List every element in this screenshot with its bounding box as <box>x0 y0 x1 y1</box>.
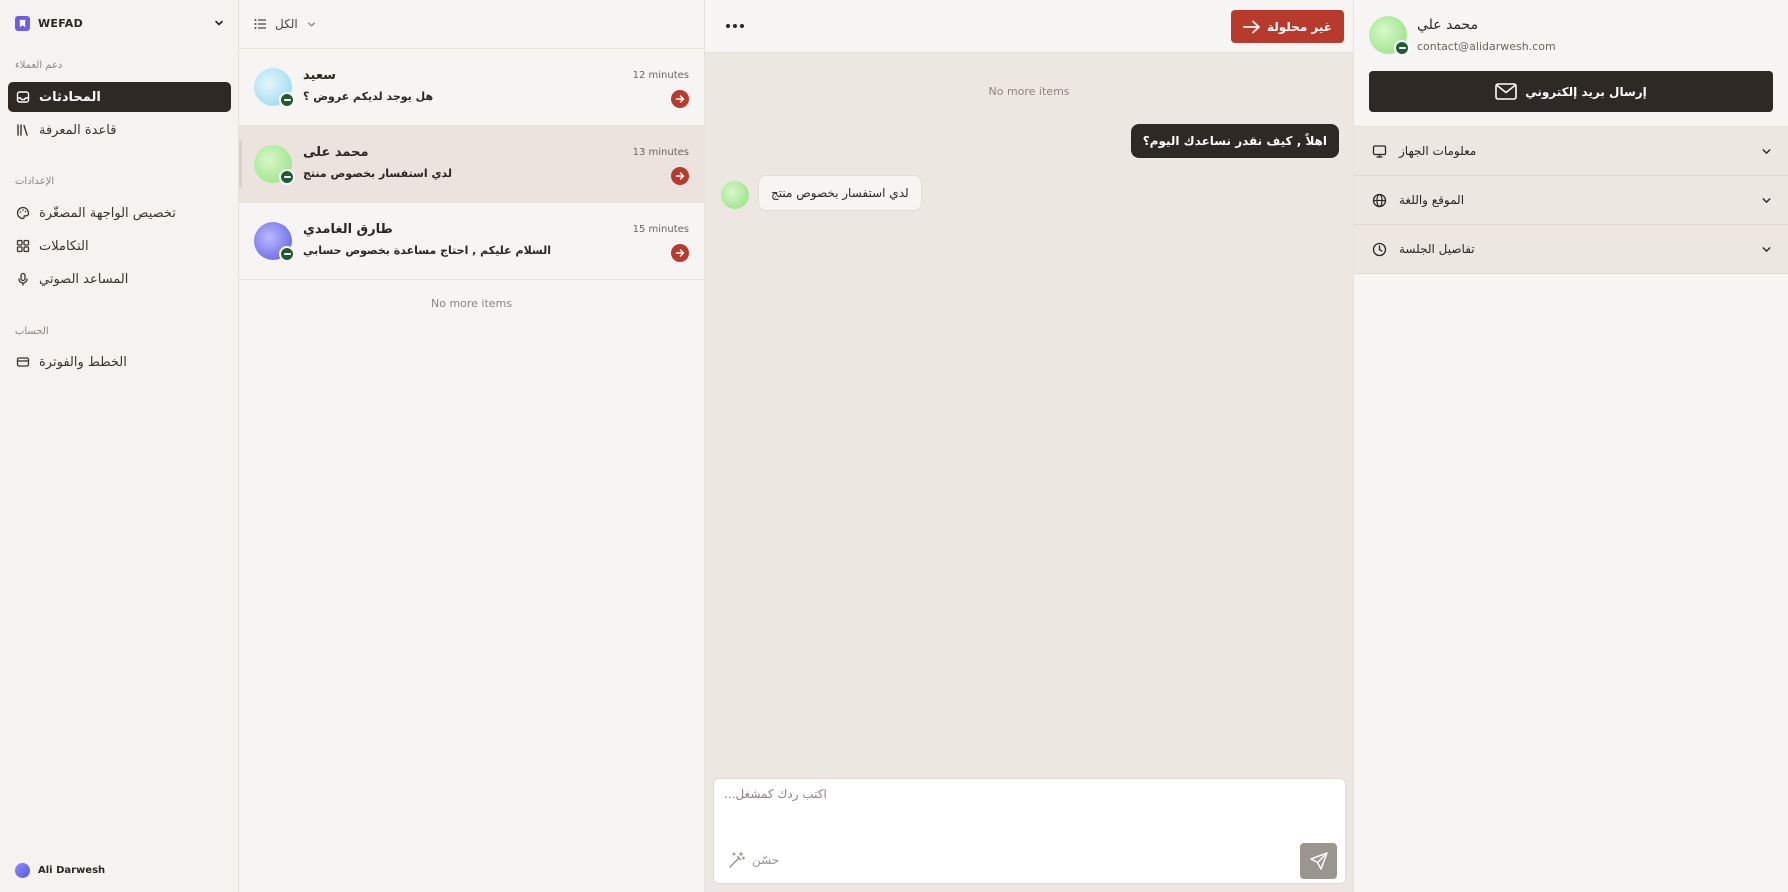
conversation-item[interactable]: طارق الغامدي السلام عليكم , احتاج مساعدة… <box>239 203 704 280</box>
dot-icon <box>726 24 730 28</box>
contact-panel: محمد علي contact@alidarwesh.com إرسال بر… <box>1354 0 1788 892</box>
accordion-location-language[interactable]: الموقع واللغة <box>1354 176 1788 225</box>
conversation-item[interactable]: محمد على لدي استفسار بخصوص منتج 13 minut… <box>239 126 704 203</box>
conversation-time: 13 minutes <box>632 147 689 158</box>
status-label: غير محلولة <box>1266 19 1332 34</box>
credit-card-icon <box>16 355 30 369</box>
workspace-switcher[interactable]: WEFAD <box>15 13 225 33</box>
more-options-button[interactable] <box>723 16 747 36</box>
dot-icon <box>733 24 737 28</box>
arrow-right-icon[interactable] <box>671 90 689 108</box>
agent-message: اهلاً , كيف نقدر نساعدك اليوم؟ <box>1130 124 1339 158</box>
palette-icon <box>16 206 30 220</box>
user-menu[interactable]: Ali Darwesh <box>15 863 105 878</box>
brand-name: WEFAD <box>38 16 84 30</box>
conversation-preview: هل يوجد لديكم عروض ؟ <box>303 90 434 103</box>
flag-icon <box>279 169 295 185</box>
flag-icon <box>279 92 295 108</box>
customer-message: لدي استفسار بخصوص منتج <box>758 175 922 211</box>
dot-icon <box>740 24 744 28</box>
magic-wand-icon <box>728 851 746 869</box>
conversation-list: الكل سعيد هل يوجد لديكم عروض ؟ 12 minute… <box>239 0 705 892</box>
user-name: Ali Darwesh <box>38 865 106 876</box>
sidebar-item-conversations[interactable]: المحادثات <box>8 82 231 112</box>
list-end-label: No more items <box>430 297 513 310</box>
mail-icon <box>1495 83 1518 100</box>
sidebar-item-knowledge-base[interactable]: قاعدة المعرفة <box>8 115 231 145</box>
section-label-support: دعم العملاء <box>15 60 63 71</box>
chevron-down-icon <box>1760 194 1773 207</box>
chevron-down-icon <box>306 19 317 30</box>
avatar <box>15 863 30 878</box>
conversation-name: محمد على <box>303 145 369 160</box>
conversation-name: طارق الغامدي <box>303 222 393 237</box>
section-label-account: الحساب <box>15 326 49 337</box>
chevron-down-icon <box>1760 243 1773 256</box>
arrow-right-icon[interactable] <box>671 244 689 262</box>
send-icon <box>1309 851 1329 871</box>
inbox-icon <box>16 90 30 104</box>
contact-name: محمد علي <box>1417 17 1479 33</box>
flag-icon <box>279 246 295 262</box>
details-accordion: معلومات الجهاز الموقع واللغة تفاصيل الجل… <box>1354 126 1788 274</box>
conversation-time: 12 minutes <box>632 70 689 81</box>
filter-label: الكل <box>275 17 298 31</box>
reply-input[interactable] <box>724 787 1334 847</box>
accordion-device-info[interactable]: معلومات الجهاز <box>1354 127 1788 176</box>
arrow-right-icon <box>1243 20 1261 34</box>
microphone-icon <box>16 272 30 286</box>
refine-label: حسّن <box>752 853 780 867</box>
sidebar-item-label: الخطط والفوترة <box>39 354 127 370</box>
send-email-button[interactable]: إرسال بريد إلكتروني <box>1369 71 1773 112</box>
library-icon <box>16 123 30 137</box>
chat-history-end-label: No more items <box>988 85 1070 98</box>
send-email-label: إرسال بريد إلكتروني <box>1525 84 1647 99</box>
sidebar-item-integrations[interactable]: التكاملات <box>8 231 231 261</box>
conversation-item[interactable]: سعيد هل يوجد لديكم عروض ؟ 12 minutes <box>239 49 704 126</box>
section-label-settings: الإعدادات <box>15 176 55 187</box>
sidebar: WEFAD دعم العملاء المحادثات قاعدة المعرف… <box>0 0 239 892</box>
send-button[interactable] <box>1300 843 1337 879</box>
sidebar-item-plans-billing[interactable]: الخطط والفوترة <box>8 347 231 377</box>
grid-icon <box>16 239 30 253</box>
chevron-down-icon <box>213 17 225 29</box>
sidebar-item-voice-assistant[interactable]: المساعد الصوتي <box>8 264 231 294</box>
sidebar-item-label: المحادثات <box>39 89 101 105</box>
list-filter[interactable]: الكل <box>239 0 704 49</box>
sidebar-item-label: تخصيص الواجهة المصغّرة <box>39 205 176 221</box>
chat-panel: غير محلولة No more items اهلاً , كيف نقد… <box>705 0 1354 892</box>
monitor-icon <box>1372 144 1387 159</box>
sidebar-item-label: قاعدة المعرفة <box>39 122 117 138</box>
sidebar-item-label: المساعد الصوتي <box>39 271 129 287</box>
refine-button[interactable]: حسّن <box>728 851 779 869</box>
list-icon <box>254 18 267 30</box>
status-button[interactable]: غير محلولة <box>1230 10 1344 43</box>
globe-icon <box>1372 193 1387 208</box>
conversation-preview: لدي استفسار بخصوص منتج <box>303 167 453 180</box>
contact-email: contact@alidarwesh.com <box>1417 40 1556 53</box>
flag-icon <box>1394 40 1410 56</box>
arrow-right-icon[interactable] <box>671 167 689 185</box>
accordion-label: معلومات الجهاز <box>1399 144 1477 158</box>
conversation-time: 15 minutes <box>632 224 689 235</box>
reply-composer: حسّن <box>713 778 1346 884</box>
chat-header: غير محلولة <box>705 0 1353 53</box>
conversation-preview: السلام عليكم , احتاج مساعدة بخصوص حسابي <box>303 244 552 257</box>
conversation-name: سعيد <box>303 68 336 83</box>
chevron-down-icon <box>1760 145 1773 158</box>
clock-icon <box>1372 242 1387 257</box>
accordion-label: الموقع واللغة <box>1399 193 1465 207</box>
accordion-label: تفاصيل الجلسة <box>1399 242 1475 256</box>
bookmark-icon <box>15 15 30 31</box>
avatar <box>721 181 749 209</box>
sidebar-item-widget-customization[interactable]: تخصيص الواجهة المصغّرة <box>8 198 231 228</box>
accordion-session-details[interactable]: تفاصيل الجلسة <box>1354 225 1788 274</box>
sidebar-item-label: التكاملات <box>39 238 89 254</box>
